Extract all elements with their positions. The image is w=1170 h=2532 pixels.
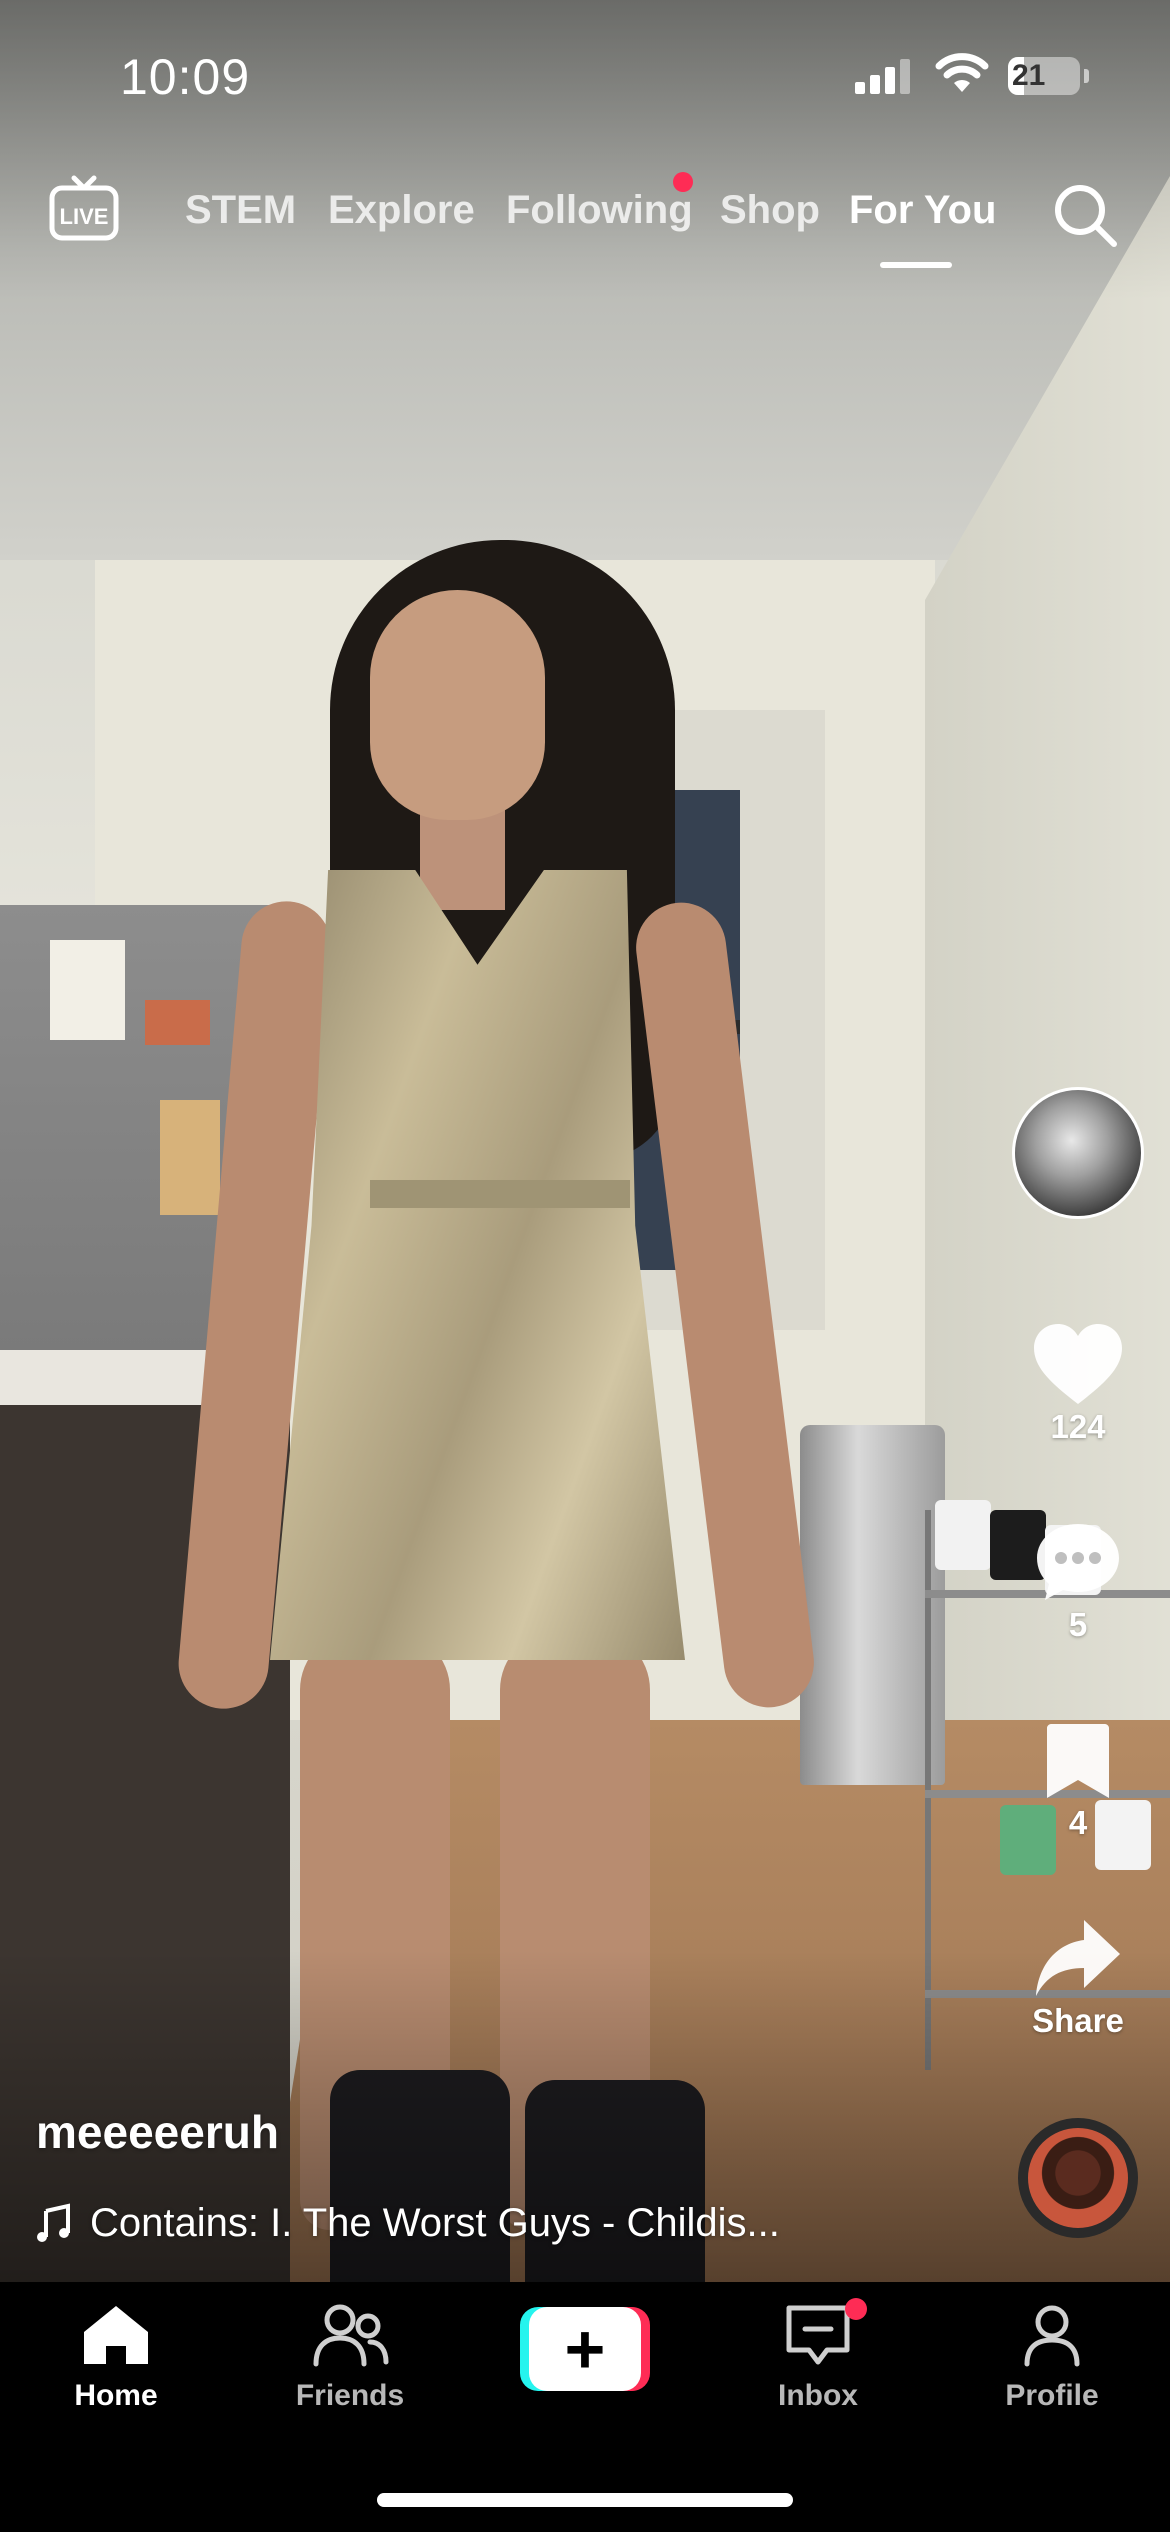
cellular-signal-icon [855,58,915,94]
video-player[interactable] [0,0,1170,2282]
video-person-dress [270,870,685,1660]
profile-icon [1024,2305,1080,2367]
like-count: 124 [1050,1408,1106,1445]
tab-explore[interactable]: Explore [328,188,475,233]
heart-icon [1034,1324,1122,1404]
top-nav: LIVE STEM Explore Following Shop For You [0,160,1170,270]
friends-icon [313,2304,389,2367]
tab-shop[interactable]: Shop [720,188,820,233]
home-icon [84,2306,148,2364]
share-label: Share [1032,2002,1124,2039]
live-label: LIVE [60,204,109,229]
like-button[interactable]: 124 [1012,1322,1144,1446]
share-button[interactable]: Share [1012,1918,1144,2040]
video-counter [0,1350,235,1410]
share-arrow-icon [1036,1920,1120,1996]
following-notification-dot [673,172,693,192]
home-indicator[interactable] [377,2493,793,2507]
tab-inbox[interactable]: Inbox [728,2302,908,2413]
tab-home-label: Home [74,2379,158,2412]
comment-button[interactable]: 5 [1012,1520,1144,1644]
wifi-icon [935,53,989,92]
bookmark-icon [1047,1724,1109,1798]
tab-for-you[interactable]: For You [849,188,996,233]
music-row[interactable]: Contains: I. The Worst Guys - Childis... [36,2198,780,2248]
creator-avatar[interactable] [1012,1087,1144,1219]
battery-cap [1084,69,1089,83]
plus-icon: + [529,2307,641,2391]
video-person-face [370,590,545,820]
tab-friends[interactable]: Friends [260,2302,440,2413]
video-trash-can [800,1425,945,1785]
inbox-notification-dot [845,2298,867,2320]
live-tv-icon[interactable]: LIVE [48,172,120,244]
post-username[interactable]: meeeeeruh [36,2105,279,2159]
tab-profile-label: Profile [1005,2379,1099,2412]
battery-level: 21 [1012,59,1046,92]
tab-stem[interactable]: STEM [185,188,296,233]
save-count: 4 [1068,1804,1088,1841]
video-fridge-photo [160,1100,220,1215]
comment-bubble-icon [1037,1524,1119,1600]
tab-following[interactable]: Following [506,188,693,233]
video-person-belt [370,1180,630,1208]
comment-count: 5 [1068,1606,1088,1643]
tiktok-screen: 10:09 21 LIVE STEM Explore Following Sho… [0,0,1170,2532]
save-button[interactable]: 4 [1012,1722,1144,1842]
active-tab-indicator [880,262,952,268]
video-mug [935,1500,991,1570]
status-bar: 10:09 21 [0,0,1170,150]
tab-home[interactable]: Home [26,2302,206,2413]
tab-profile[interactable]: Profile [962,2302,1142,2413]
status-time: 10:09 [120,49,251,105]
create-button[interactable]: + [520,2307,650,2391]
music-title: Contains: I. The Worst Guys - Childis... [90,2200,780,2245]
tab-inbox-label: Inbox [778,2379,858,2412]
search-icon[interactable] [1052,182,1118,248]
sound-disc[interactable] [1018,2118,1138,2238]
video-fridge-magnet [145,1000,210,1045]
music-note-icon [37,2203,70,2242]
video-fridge-note [50,940,125,1040]
tab-friends-label: Friends [295,2379,405,2412]
inbox-icon [786,2305,850,2365]
battery-icon: 21 [1008,57,1080,95]
